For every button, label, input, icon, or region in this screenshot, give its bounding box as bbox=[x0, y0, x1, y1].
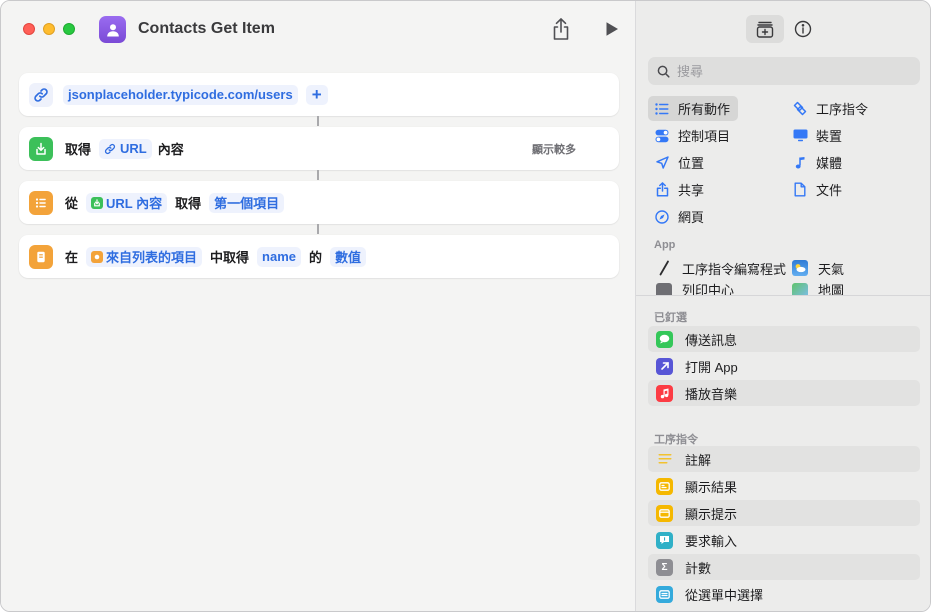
document-icon bbox=[792, 182, 808, 198]
pinned-open-app[interactable]: 打開 App bbox=[648, 353, 920, 379]
category-shortcuts[interactable]: 工序指令 bbox=[786, 96, 876, 121]
category-web[interactable]: 網頁 bbox=[648, 204, 712, 229]
contacts-shortcut-icon[interactable] bbox=[99, 16, 126, 43]
comment-icon bbox=[656, 451, 673, 468]
app-weather[interactable]: 天氣 bbox=[792, 257, 844, 279]
action-library-pane: 所有動作 工序指令 控制項目 裝置 位置 媒體 共享 文件 bbox=[635, 1, 930, 611]
pinned-section-label: 已釘選 bbox=[654, 312, 687, 324]
weather-icon bbox=[792, 260, 808, 276]
show-more-button[interactable]: 顯示較多 bbox=[532, 141, 576, 157]
download-icon bbox=[91, 196, 104, 209]
category-documents[interactable]: 文件 bbox=[786, 177, 850, 202]
apps-section-label: App bbox=[654, 239, 676, 251]
sigma-icon: Σ bbox=[656, 558, 673, 576]
shortcuts-window: Contacts Get Item jsonplaceholder.typico… bbox=[0, 0, 931, 612]
key-token[interactable]: name bbox=[257, 246, 302, 267]
item-selector-token[interactable]: 第一個項目 bbox=[209, 192, 285, 213]
action-url[interactable]: jsonplaceholder.typicode.com/users + bbox=[19, 73, 619, 116]
scripting-count[interactable]: Σ 計數 bbox=[648, 554, 920, 580]
app-print-center[interactable]: 列印中心 bbox=[656, 283, 734, 295]
display-icon bbox=[792, 128, 808, 144]
action-get-contents-of-url[interactable]: 取得 URL 內容 顯示較多 bbox=[19, 127, 619, 170]
action-suffix: 內容 bbox=[157, 142, 184, 157]
music-note-icon bbox=[792, 155, 808, 171]
show-result-icon bbox=[656, 477, 673, 495]
music-icon bbox=[656, 384, 673, 402]
printer-icon bbox=[656, 283, 672, 295]
action-verb: 中取得 bbox=[210, 250, 250, 265]
search-input[interactable] bbox=[677, 63, 897, 79]
action-connector bbox=[317, 224, 319, 234]
value-type-token[interactable]: 數值 bbox=[330, 246, 367, 267]
action-preposition: 從 bbox=[65, 196, 79, 211]
dictionary-icon bbox=[29, 244, 53, 269]
open-app-icon bbox=[656, 357, 673, 375]
app-maps[interactable]: 地圖 bbox=[792, 283, 844, 295]
action-verb: 取得 bbox=[65, 142, 92, 157]
title-bar: Contacts Get Item bbox=[1, 1, 635, 59]
share-icon[interactable] bbox=[550, 17, 572, 41]
list-item-variable-token[interactable]: 來自列表的項目 bbox=[86, 246, 203, 267]
editor-pane: Contacts Get Item jsonplaceholder.typico… bbox=[1, 1, 635, 611]
action-verb: 取得 bbox=[175, 196, 202, 211]
url-variable-token[interactable]: URL bbox=[99, 138, 152, 159]
category-location[interactable]: 位置 bbox=[648, 150, 712, 175]
action-connector bbox=[317, 116, 319, 126]
category-sharing[interactable]: 共享 bbox=[648, 177, 712, 202]
close-window-button[interactable] bbox=[23, 23, 35, 35]
shortcuts-icon bbox=[792, 101, 808, 117]
zoom-window-button[interactable] bbox=[63, 23, 75, 35]
run-shortcut-icon[interactable] bbox=[605, 21, 619, 37]
list-icon bbox=[654, 101, 670, 117]
app-script-editor[interactable]: 工序指令編寫程式 bbox=[656, 257, 786, 279]
toggle-icon bbox=[654, 128, 670, 144]
action-preposition: 在 bbox=[65, 250, 79, 265]
token-label: URL bbox=[120, 141, 147, 156]
pinned-play-music[interactable]: 播放音樂 bbox=[648, 380, 920, 406]
scripting-show-result[interactable]: 顯示結果 bbox=[648, 473, 920, 499]
share-icon bbox=[654, 182, 670, 198]
category-controls[interactable]: 控制項目 bbox=[648, 123, 738, 148]
scripting-show-alert[interactable]: 顯示提示 bbox=[648, 500, 920, 526]
ask-input-icon bbox=[656, 531, 673, 549]
script-editor-icon bbox=[656, 260, 672, 276]
search-icon bbox=[657, 65, 670, 78]
link-icon bbox=[29, 82, 53, 107]
action-get-dictionary-value[interactable]: 在 來自列表的項目 中取得 name 的 數值 bbox=[19, 235, 619, 278]
pinned-send-message[interactable]: 傳送訊息 bbox=[648, 326, 920, 352]
show-alert-icon bbox=[656, 504, 673, 522]
token-label: 來自列表的項目 bbox=[106, 250, 198, 265]
messages-icon bbox=[656, 330, 673, 348]
minimize-window-button[interactable] bbox=[43, 23, 55, 35]
add-url-button[interactable]: + bbox=[305, 84, 328, 105]
list-icon bbox=[29, 190, 53, 215]
url-value-token[interactable]: jsonplaceholder.typicode.com/users bbox=[63, 84, 298, 105]
info-icon bbox=[794, 20, 812, 38]
action-get-item-from-list[interactable]: 從 URL 內容 取得 第一個項目 bbox=[19, 181, 619, 224]
category-media[interactable]: 媒體 bbox=[786, 150, 850, 175]
scripting-comment[interactable]: 註解 bbox=[648, 446, 920, 472]
action-connector bbox=[317, 170, 319, 180]
search-field[interactable] bbox=[648, 57, 920, 85]
compass-icon bbox=[654, 209, 670, 225]
category-all-actions[interactable]: 所有動作 bbox=[648, 96, 739, 121]
list-icon bbox=[91, 250, 104, 263]
shortcut-title[interactable]: Contacts Get Item bbox=[138, 20, 275, 38]
scripting-ask-for-input[interactable]: 要求輸入 bbox=[648, 527, 920, 553]
download-icon bbox=[29, 136, 53, 161]
action-of: 的 bbox=[309, 250, 323, 265]
action-list: 已釘選 傳送訊息 打開 App 播放音樂 工序指令 註解 顯示結果 顯示提示 要… bbox=[636, 295, 930, 611]
library-tab[interactable] bbox=[746, 15, 784, 43]
scripting-choose-from-menu[interactable]: 從選單中選擇 bbox=[648, 581, 920, 607]
scripting-section-label: 工序指令 bbox=[654, 434, 698, 446]
link-icon bbox=[104, 143, 116, 154]
maps-icon bbox=[792, 283, 808, 295]
token-label: URL 內容 bbox=[106, 196, 163, 211]
action-library-icon bbox=[756, 21, 774, 38]
details-tab[interactable] bbox=[784, 15, 822, 43]
menu-choose-icon bbox=[656, 585, 673, 603]
url-contents-variable-token[interactable]: URL 內容 bbox=[86, 192, 168, 213]
category-device[interactable]: 裝置 bbox=[786, 123, 850, 148]
location-icon bbox=[654, 155, 670, 171]
